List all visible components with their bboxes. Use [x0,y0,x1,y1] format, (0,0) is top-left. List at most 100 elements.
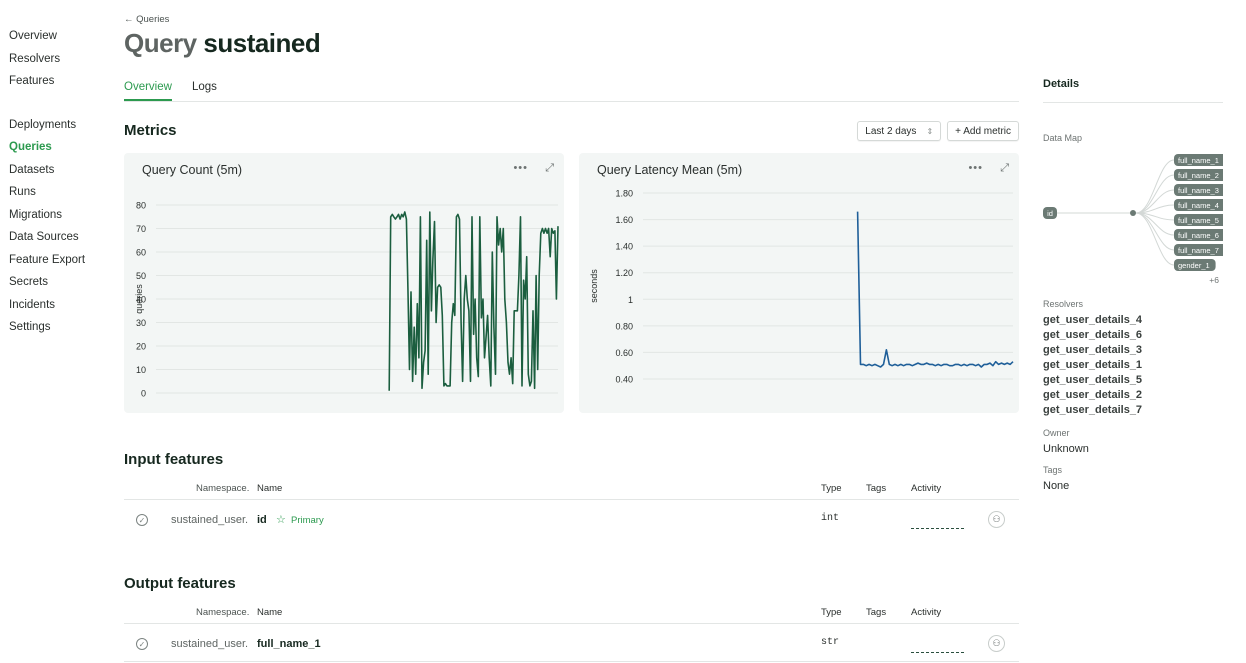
feature-name[interactable]: full_name_1 [257,638,321,650]
y-tick-label: 1.80 [615,189,633,199]
tags-value: None [1043,480,1070,492]
details-panel: Details Data Map id full_name_1 full_name_… [1043,78,1223,492]
activity-sparkline [911,527,964,529]
query-count-chart: 01020304050607080queries [134,201,559,399]
sidebar-item-overview[interactable]: Overview [9,28,109,51]
y-tick-label: 1.40 [615,242,633,252]
y-tick-label: 0.80 [615,321,633,331]
node-label: full_name_1 [1178,156,1219,165]
resolver-list: get_user_details_4 get_user_details_6 get_… [1043,313,1223,418]
add-metric-button[interactable]: + Add metric [947,121,1019,141]
tab-overview[interactable]: Overview [124,81,172,101]
metric-controls: Last 2 days ⇕ + Add metric [857,121,1019,141]
check-circle-icon: ✓ [136,638,148,650]
column-activity[interactable]: Activity [911,607,941,618]
query-latency-chart-card: Query Latency Mean (5m) ••• ⤢ 0.40 0.60 0.… [579,153,1019,413]
y-tick-label: 1 [628,295,633,305]
select-chevron-icon: ⇕ [926,126,934,136]
edge [1135,212,1175,266]
output-features-heading: Output features [124,575,236,592]
y-tick-label: 1.60 [615,215,633,225]
resolver-link[interactable]: get_user_details_1 [1043,358,1223,373]
sidebar-item-deployments[interactable]: Deployments [9,117,109,140]
sidebar-item-features[interactable]: Features [9,73,109,96]
owner-value: Unknown [1043,443,1089,455]
sidebar-item-queries[interactable]: Queries [9,139,109,162]
y-tick-label: 0.60 [615,348,633,358]
owner-user-icon[interactable]: ⚇ [988,511,1005,528]
activity-sparkline [911,651,964,653]
table-row[interactable]: ✓ sustained_user. id ☆ Primary int ⚇ [124,502,1019,538]
data-map-target-node: full_name_3 [1174,184,1223,196]
feature-namespace: sustained_user. [171,638,249,650]
node-label: full_name_5 [1178,216,1219,225]
sidebar-item-resolvers[interactable]: Resolvers [9,51,109,74]
resolver-link[interactable]: get_user_details_3 [1043,343,1223,358]
page-title-kind: Query [124,28,197,58]
node-label: full_name_3 [1178,186,1219,195]
owner-user-icon[interactable]: ⚇ [988,635,1005,652]
sidebar-item-incidents[interactable]: Incidents [9,297,109,320]
node-label: gender_1 [1178,261,1210,270]
data-map-target-node: full_name_5 [1174,214,1223,226]
y-axis-label: queries [134,284,144,314]
data-map-target-node: gender_1 [1174,259,1216,271]
tab-logs[interactable]: Logs [192,81,217,99]
column-namespace: Namespace. [196,483,250,494]
table-row[interactable]: ✓ sustained_user. full_name_1 str ⚇ [124,626,1019,662]
metrics-heading: Metrics [124,122,177,139]
edge [1135,212,1175,251]
column-name[interactable]: Name [257,607,282,618]
resolver-link[interactable]: get_user_details_7 [1043,403,1223,418]
sidebar-divider [9,96,109,117]
page-title-name: sustained [203,28,321,58]
column-type[interactable]: Type [821,483,842,494]
resolvers-label: Resolvers [1043,299,1084,309]
sidebar: Overview Resolvers Features Deployments … [9,28,109,342]
column-tags[interactable]: Tags [866,607,886,618]
edge [1135,174,1175,214]
sidebar-item-feature-export[interactable]: Feature Export [9,252,109,275]
page-title: Query sustained [124,28,321,59]
y-tick-label: 50 [136,271,146,281]
sidebar-item-secrets[interactable]: Secrets [9,274,109,297]
column-activity[interactable]: Activity [911,483,941,494]
feature-name[interactable]: id [257,514,267,526]
node-label: full_name_2 [1178,171,1219,180]
resolver-link[interactable]: get_user_details_2 [1043,388,1223,403]
data-map-more-count: +6 [1209,275,1219,285]
resolver-link[interactable]: get_user_details_6 [1043,328,1223,343]
data-map-target-node: full_name_2 [1174,169,1223,181]
sidebar-item-settings[interactable]: Settings [9,319,109,342]
y-axis-label: seconds [589,269,599,303]
resolver-link[interactable]: get_user_details_4 [1043,313,1223,328]
sidebar-item-runs[interactable]: Runs [9,184,109,207]
data-map-target-node: full_name_1 [1174,154,1223,166]
column-tags[interactable]: Tags [866,483,886,494]
tags-label: Tags [1043,465,1063,475]
feature-type: int [821,513,840,524]
data-map-label: Data Map [1043,133,1083,143]
time-range-select[interactable]: Last 2 days ⇕ [857,121,942,141]
y-tick-label: 0.40 [615,375,633,385]
resolver-link[interactable]: get_user_details_5 [1043,373,1223,388]
node-label: full_name_4 [1178,201,1219,210]
column-name[interactable]: Name [257,483,282,494]
node-label: id [1047,209,1053,218]
owner-label: Owner [1043,428,1070,438]
column-namespace: Namespace. [196,607,250,618]
data-map-hub-node [1130,210,1136,216]
details-heading: Details [1043,78,1223,103]
sidebar-item-migrations[interactable]: Migrations [9,207,109,230]
check-circle-icon: ✓ [136,514,148,526]
primary-badge: Primary [291,515,324,526]
sidebar-item-data-sources[interactable]: Data Sources [9,229,109,252]
y-tick-label: 10 [136,365,146,375]
data-map-target-node: full_name_6 [1174,229,1223,241]
back-to-queries-link[interactable]: ← Queries [124,14,169,25]
y-tick-label: 20 [136,342,146,352]
column-type[interactable]: Type [821,607,842,618]
tab-bar: Overview Logs [124,80,1019,102]
y-tick-label: 0 [141,389,146,399]
sidebar-item-datasets[interactable]: Datasets [9,162,109,185]
